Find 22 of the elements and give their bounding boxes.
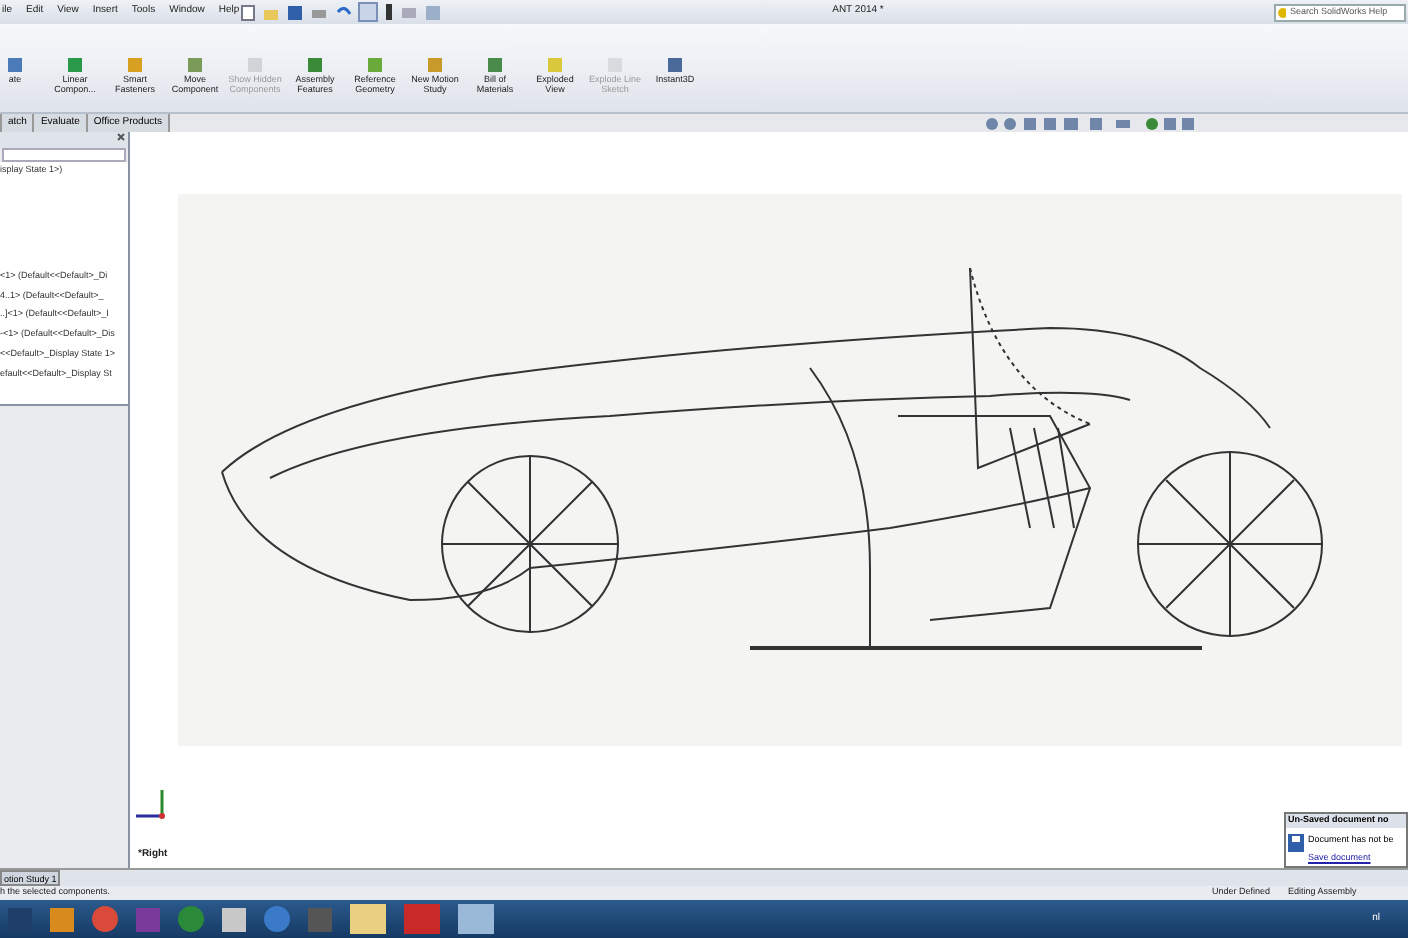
app-taskbar-icon[interactable]	[264, 906, 290, 932]
save-icon[interactable]	[286, 3, 304, 21]
tool-icon	[366, 56, 384, 74]
tool-icon	[126, 56, 144, 74]
axis-triad-icon	[134, 788, 166, 820]
tool-icon	[606, 56, 624, 74]
tool-icon	[486, 56, 504, 74]
tool-icon	[426, 56, 444, 74]
tool-icon	[666, 56, 684, 74]
filter-field[interactable]	[2, 148, 126, 162]
new-document-icon[interactable]	[240, 3, 256, 21]
close-icon[interactable]	[116, 132, 126, 142]
tool-icon	[66, 56, 84, 74]
tool-icon	[6, 56, 24, 74]
tool-icon	[546, 56, 564, 74]
app-taskbar-icon[interactable]	[50, 907, 74, 931]
tool-icon	[246, 56, 264, 74]
tool-icon	[186, 56, 204, 74]
tool-icon	[306, 56, 324, 74]
app-taskbar-icon[interactable]	[222, 907, 246, 931]
view-toolbar-drawing[interactable]	[984, 115, 1194, 131]
help-icon	[1278, 7, 1286, 17]
